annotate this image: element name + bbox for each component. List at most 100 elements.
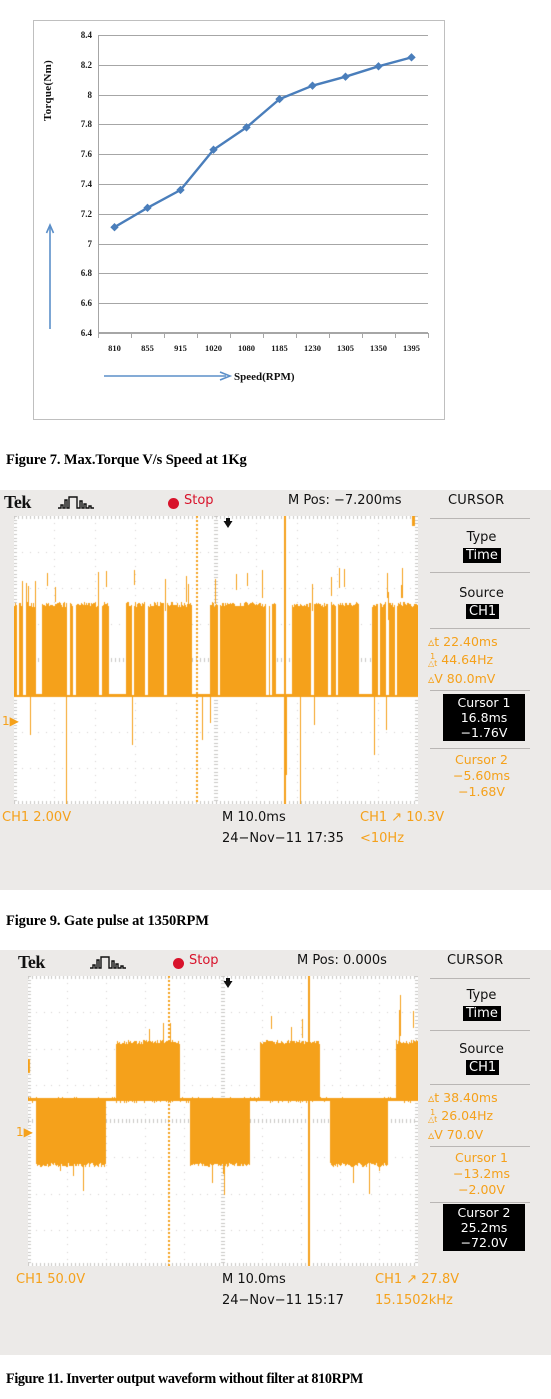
scope1-topbar: Tek Stop M Pos: −7.200ms CURSOR [0, 490, 551, 516]
cursor2-time: 25.2ms [460, 1220, 508, 1235]
trigger-position-arrow-icon [223, 978, 233, 988]
x-tick-label: 1080 [238, 343, 255, 353]
cursor2-time: −5.60ms [453, 768, 510, 783]
x-tick-mark [98, 333, 99, 338]
timebase-readout: M 10.0ms [222, 1272, 286, 1287]
y-tick-label: 7.6 [80, 149, 92, 160]
cursor-source-value[interactable]: CH1 [466, 604, 500, 619]
y-tick-label: 7.4 [80, 179, 92, 189]
trigger-waveform-icon [90, 956, 126, 969]
cursor-source-label: Source [459, 586, 504, 601]
run-status-dot-icon [173, 958, 184, 969]
frequency-readout: 15.1502kHz [375, 1293, 453, 1308]
ch1-scale-readout: CH1 50.0V [16, 1272, 86, 1287]
cursor2-label[interactable]: Cursor 2 [424, 752, 539, 768]
ch1-scale-readout: CH1 2.00V [2, 810, 72, 825]
torque-series-line [110, 53, 416, 232]
figure-7-caption: Figure 7. Max.Torque V/s Speed at 1Kg [6, 452, 247, 468]
scope1-waveform-grid [14, 516, 418, 804]
x-tick-label: 810 [108, 343, 121, 353]
cursor1-label[interactable]: Cursor 1 [424, 1150, 539, 1166]
tek-logo: Tek [4, 492, 31, 512]
figure-9-caption: Figure 9. Gate pulse at 1350RPM [6, 913, 209, 929]
cursor1-box[interactable]: Cursor 1 16.8ms −1.76V [443, 694, 525, 741]
cursor1-time: 16.8ms [460, 710, 508, 725]
inv-delta-t-readout: 1 △t 26.04Hz [428, 1108, 494, 1124]
inv-delta-t-readout: 1 △t 44.64Hz [428, 652, 494, 668]
run-status-label: Stop [189, 953, 219, 968]
cursor2-voltage: −1.68V [458, 784, 505, 799]
y-tick-label: 6.4 [80, 328, 92, 338]
cursor-source-value[interactable]: CH1 [466, 1060, 500, 1075]
run-status-label: Stop [184, 493, 214, 508]
cursor-type-value[interactable]: Time [463, 1006, 501, 1021]
scope-menu-title: CURSOR [447, 953, 504, 968]
x-tick-mark [230, 333, 231, 338]
m-position-readout: M Pos: 0.000s [297, 953, 387, 968]
y-axis-arrow-icon [45, 223, 55, 329]
y-tick-label: 6.8 [80, 268, 92, 279]
cursor1-voltage: −2.00V [458, 1182, 505, 1197]
y-tick-label: 7.2 [80, 208, 92, 219]
scope-menu-title: CURSOR [448, 493, 505, 508]
x-tick-label: 1230 [304, 343, 321, 353]
x-tick-label: 1185 [271, 343, 288, 353]
torque-speed-chart: Torque(Nm) 8.4 8.2 8 7.8 7.6 7.4 7.2 7 6.8 6.6 6.4… [33, 20, 445, 420]
x-tick-label: 915 [174, 343, 187, 353]
timebase-readout: M 10.0ms [222, 810, 286, 825]
x-tick-label: 1305 [337, 343, 354, 353]
delta-t-readout: ▵t 22.40ms [428, 634, 498, 649]
tek-logo: Tek [18, 952, 45, 972]
m-position-readout: M Pos: −7.200ms [288, 493, 402, 508]
trigger-position-arrow-icon [223, 518, 233, 528]
x-tick-mark [395, 333, 396, 338]
y-tick-label: 8.2 [80, 59, 92, 70]
x-tick-mark [362, 333, 363, 338]
datetime-readout: 24−Nov−11 15:17 [222, 1293, 344, 1308]
oscilloscope-screenshot-gate-pulse: Tek Stop M Pos: −7.200ms CURSOR 1▶ Type … [0, 490, 551, 890]
scope2-topbar: Tek Stop M Pos: 0.000s CURSOR [0, 950, 551, 976]
delta-t-readout: ▵t 38.40ms [428, 1090, 498, 1105]
y-axis-title: Torque(Nm) [42, 59, 54, 121]
oscilloscope-screenshot-inverter-output: Tek Stop M Pos: 0.000s CURSOR 1▶ Type Ti… [0, 950, 551, 1355]
cursor2-label: Cursor 2 [457, 1205, 511, 1220]
datetime-readout: 24−Nov−11 17:35 [222, 831, 344, 846]
cursor2-box[interactable]: Cursor 2 25.2ms −72.0V [443, 1204, 525, 1251]
trigger-level-readout: CH1 ↗ 10.3V [360, 810, 445, 825]
cursor1-time: −13.2ms [453, 1166, 510, 1181]
trigger-level-readout: CH1 ↗ 27.8V [375, 1272, 460, 1287]
y-tick-label: 8 [87, 89, 93, 100]
scope2-waveform-grid [28, 976, 418, 1266]
y-tick-label: 7 [87, 238, 93, 249]
x-tick-mark [329, 333, 330, 338]
inv-delta-t-value: 26.04Hz [441, 1108, 494, 1123]
x-tick-label: 1020 [205, 343, 222, 353]
y-tick-label: 6.6 [80, 298, 92, 309]
cursor-type-label: Type [466, 988, 497, 1003]
y-tick-label: 8.4 [80, 30, 92, 40]
cursor-type-label: Type [466, 530, 497, 545]
scope2-channel1-marker: 1▶ [16, 1125, 33, 1139]
trigger-waveform-icon [58, 496, 94, 509]
x-tick-mark [296, 333, 297, 338]
cursor-type-value[interactable]: Time [463, 548, 501, 563]
cursor1-voltage: −1.76V [460, 725, 508, 740]
figure-11-caption: Figure 11. Inverter output waveform with… [6, 1371, 363, 1387]
x-tick-mark [164, 333, 165, 338]
cursor2-voltage: −72.0V [460, 1235, 508, 1250]
cursor-source-label: Source [459, 1042, 504, 1057]
y-tick-label: 7.8 [80, 119, 92, 130]
frequency-readout: <10Hz [360, 831, 405, 846]
x-tick-mark [428, 333, 429, 338]
x-tick-mark [197, 333, 198, 338]
cursor1-label: Cursor 1 [457, 695, 511, 710]
inv-delta-t-value: 44.64Hz [441, 652, 494, 667]
x-tick-label: 855 [141, 343, 154, 353]
delta-v-readout: ▵V 80.0mV [428, 671, 496, 686]
x-axis-arrow-icon [104, 371, 233, 381]
chart-plot-area: 8.4 8.2 8 7.8 7.6 7.4 7.2 7 6.8 6.6 6.4 810 855 915 1… [81, 30, 429, 353]
scope1-side-panel: Type Time Source CH1 ▵t 22.40ms 1 △t 44.6… [424, 516, 539, 890]
x-axis-title: Speed(RPM) [234, 371, 295, 383]
scope1-channel1-marker: 1▶ [2, 714, 19, 728]
x-tick-mark [263, 333, 264, 338]
